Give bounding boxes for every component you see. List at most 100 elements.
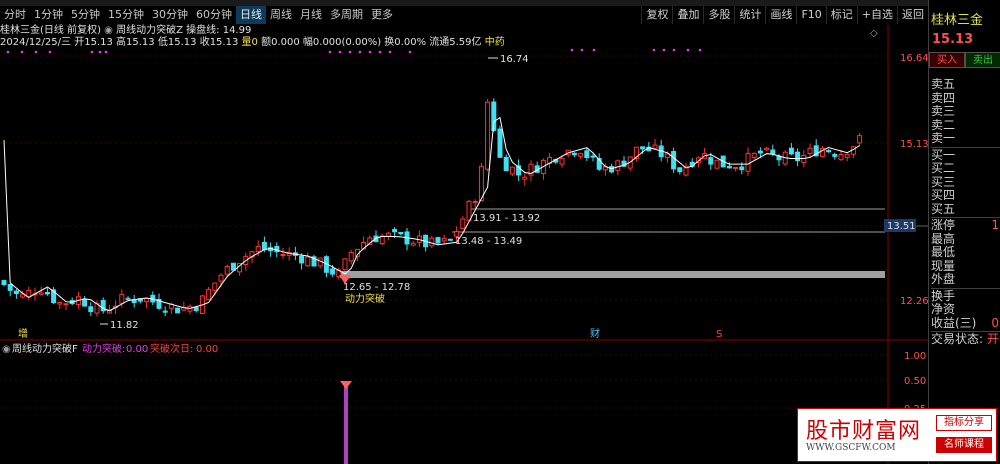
candle-body bbox=[807, 147, 813, 154]
candle-body bbox=[609, 166, 615, 173]
candle-body bbox=[206, 289, 212, 300]
candle-body bbox=[485, 101, 491, 170]
signal-dot bbox=[408, 50, 412, 54]
candle-body bbox=[788, 147, 794, 155]
bid-row-label: 买四 bbox=[931, 188, 956, 202]
signal-dot bbox=[90, 50, 94, 54]
bid-row: 买一 bbox=[931, 148, 1000, 163]
stat-row: 最高 bbox=[931, 231, 1000, 247]
series2-label: 突破次日: bbox=[150, 342, 193, 355]
ask-row: 卖五 bbox=[931, 77, 1000, 92]
candle-body bbox=[826, 150, 832, 153]
zone-label-3: 12.65 - 12.78 bbox=[343, 282, 410, 293]
candle-body bbox=[348, 251, 354, 262]
candle-body bbox=[280, 253, 286, 256]
misc-row-value: 0 bbox=[991, 315, 999, 330]
signal-dot bbox=[672, 48, 676, 52]
trade-buttons: 买入 卖出 bbox=[929, 52, 1000, 68]
price-tick: 12.26 bbox=[900, 296, 928, 307]
stat-row: 最低 bbox=[931, 245, 1000, 260]
candle-body bbox=[144, 297, 150, 303]
kline-chart[interactable]: 13.51 16.74 11.82 13.91 - 13.92 13.48 - … bbox=[0, 0, 928, 464]
stat-row-label: 外盘 bbox=[931, 272, 956, 286]
signal-dot bbox=[570, 48, 574, 52]
chart-settings-icon[interactable]: ◇ bbox=[870, 28, 878, 39]
lower-indicator-title[interactable]: 周线动力突破F bbox=[12, 342, 78, 355]
candle-body bbox=[230, 262, 236, 271]
series1-value: 0.00 bbox=[126, 344, 148, 355]
candle-body bbox=[708, 157, 714, 165]
buy-button[interactable]: 买入 bbox=[929, 52, 965, 68]
stat-row: 涨停 1 bbox=[931, 218, 1000, 233]
candle-body bbox=[224, 265, 230, 275]
misc-row-label: 净资 bbox=[931, 302, 956, 316]
misc-row-label: 收益(三) bbox=[931, 315, 977, 330]
zone-label-1: 13.91 - 13.92 bbox=[473, 213, 540, 224]
high-mark: 16.74 bbox=[500, 54, 529, 65]
signal-dot bbox=[328, 50, 332, 54]
bid-row-label: 买二 bbox=[931, 161, 956, 175]
misc-row: 收益(三) 0 bbox=[931, 315, 1000, 331]
candle-body bbox=[497, 128, 503, 158]
candle-body bbox=[255, 245, 261, 253]
stat-row: 现量 bbox=[931, 258, 1000, 274]
candle-body bbox=[677, 167, 683, 173]
quote-panel: 桂林三金 15.13 买入 卖出 卖五 卖四 卖三 卖二 卖一 买一 买二 买三 买四 买五 涨停 1… bbox=[928, 0, 1000, 464]
candle-body bbox=[212, 282, 218, 291]
stat-row: 外盘 bbox=[931, 272, 1000, 287]
watermark-title: 股市财富网 bbox=[806, 419, 922, 444]
candle-body bbox=[472, 201, 478, 204]
signal-dot bbox=[348, 50, 352, 54]
ask-row: 卖一 bbox=[931, 131, 1000, 146]
candle-body bbox=[509, 166, 515, 175]
watermark-tag-share: 指标分享 bbox=[936, 415, 992, 431]
signal-dot bbox=[338, 50, 342, 54]
lower-indicator-icon[interactable]: ◉ bbox=[2, 344, 11, 355]
lower-tick: 0.50 bbox=[904, 376, 926, 387]
signal-dot bbox=[592, 48, 596, 52]
candle-body bbox=[398, 231, 404, 235]
ask-row: 卖二 bbox=[931, 117, 1000, 133]
candle-body bbox=[441, 237, 447, 242]
candle-body bbox=[162, 310, 168, 313]
candle-body bbox=[522, 176, 528, 180]
candle-body bbox=[726, 165, 732, 169]
dividend-marker: S bbox=[716, 329, 722, 340]
signal-dot bbox=[48, 50, 52, 54]
zeng-marker: 增 bbox=[18, 327, 28, 340]
signal-dot bbox=[686, 48, 690, 52]
trade-status-row: 交易状态: 开 bbox=[931, 332, 1000, 347]
series1-label: 动力突破: bbox=[82, 342, 125, 355]
order-book: 卖五 卖四 卖三 卖二 卖一 买一 买二 买三 买四 买五 涨停 1 最高 最低 现量 外盘 换手 净资 收益(三)… bbox=[931, 77, 1000, 347]
candle-body bbox=[559, 158, 565, 165]
candle-body bbox=[63, 303, 69, 306]
candle-body bbox=[460, 218, 466, 229]
stat-row-label: 最高 bbox=[931, 231, 956, 246]
candle-body bbox=[590, 155, 596, 158]
candle-body bbox=[745, 152, 751, 172]
candle-body bbox=[57, 302, 63, 305]
sell-button[interactable]: 卖出 bbox=[965, 52, 1000, 68]
ask-row-label: 卖四 bbox=[931, 90, 956, 105]
candle-body bbox=[218, 274, 224, 282]
signal-dot bbox=[698, 48, 702, 52]
bid-row: 买二 bbox=[931, 161, 1000, 176]
candle-body bbox=[88, 306, 94, 313]
candle-body bbox=[671, 151, 677, 170]
signal-dot bbox=[104, 50, 108, 54]
candle-body bbox=[447, 238, 453, 241]
stat-row-label: 现量 bbox=[931, 258, 956, 273]
signal-marker-icon bbox=[340, 381, 352, 389]
bid-row-label: 买三 bbox=[931, 174, 956, 189]
signal-dot bbox=[34, 50, 38, 54]
candle-body bbox=[795, 151, 801, 162]
candle-body bbox=[615, 160, 621, 171]
candle-body bbox=[429, 237, 435, 247]
zone-bar-1 bbox=[340, 271, 885, 278]
stat-row-value: 1 bbox=[991, 218, 999, 232]
misc-row: 换手 bbox=[931, 289, 1000, 304]
candle-body bbox=[838, 154, 844, 161]
trade-status-row-value: 开 bbox=[986, 332, 999, 346]
candle-body bbox=[435, 237, 441, 244]
ask-row-label: 卖二 bbox=[931, 117, 956, 132]
